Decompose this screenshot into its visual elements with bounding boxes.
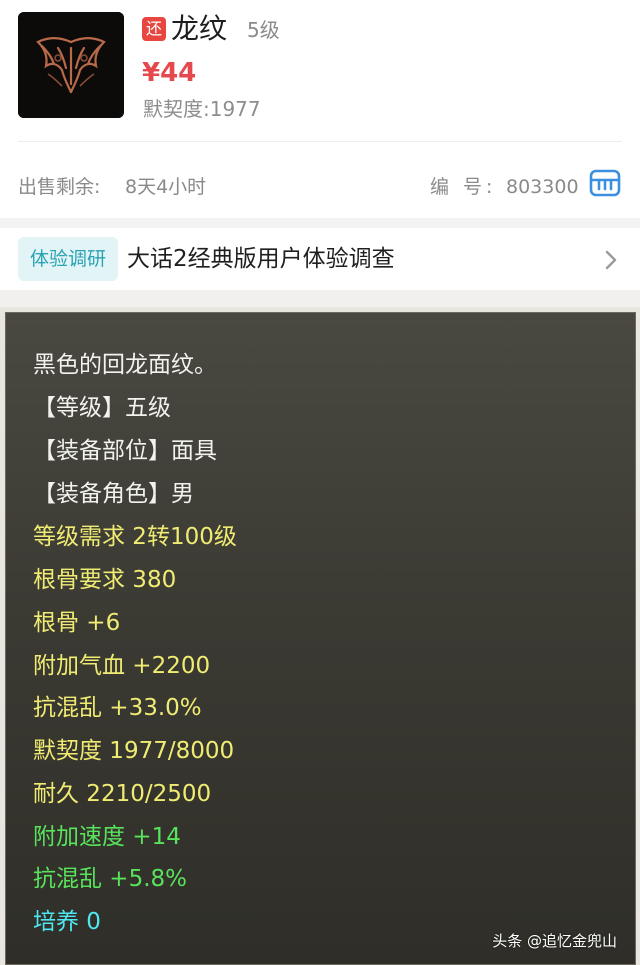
attr-description: 黑色的回龙面纹。 xyxy=(33,352,217,378)
attr-grade: 【等级】五级 xyxy=(33,395,171,421)
serial-value: 803300 xyxy=(506,176,579,198)
sale-remain-value: 8天4小时 xyxy=(125,176,207,198)
item-thumbnail[interactable] xyxy=(18,12,124,118)
tooltip-body: 黑色的回龙面纹。 【等级】五级 【装备部位】面具 【装备角色】男 等级需求 2转… xyxy=(5,312,636,965)
attr-cultivate: 培养 0 xyxy=(33,909,101,935)
attr-tacit: 默契度 1977/8000 xyxy=(33,738,235,764)
sale-remain-label: 出售剩余: xyxy=(18,176,101,198)
attr-hp: 附加气血 +2200 xyxy=(33,653,211,679)
serial-label: 编 号: xyxy=(430,176,497,198)
attr-bone: 根骨 +6 xyxy=(33,610,121,636)
item-tacit: 默契度:1977 xyxy=(143,97,261,121)
attr-anti-confuse: 抗混乱 +33.0% xyxy=(33,695,202,721)
divider xyxy=(18,141,622,142)
attr-level-req: 等级需求 2转100级 xyxy=(33,524,237,550)
watermark: 头条 @追忆金兜山 xyxy=(492,932,617,950)
copy-icon[interactable] xyxy=(588,167,622,199)
attr-durability: 耐久 2210/2500 xyxy=(33,781,212,807)
item-header: 还 龙纹 5级 ¥44 默契度:1977 xyxy=(0,0,640,142)
section-gap xyxy=(0,218,640,228)
attr-speed-bonus: 附加速度 +14 xyxy=(33,824,181,850)
dragon-mask-icon xyxy=(18,12,124,118)
return-badge: 还 xyxy=(142,17,166,41)
chevron-right-icon[interactable] xyxy=(604,249,618,271)
section-gap xyxy=(0,290,640,307)
item-level: 5级 xyxy=(247,18,280,42)
attr-bone-req: 根骨要求 380 xyxy=(33,567,177,593)
survey-title: 大话2经典版用户体验调查 xyxy=(127,246,395,272)
survey-tag: 体验调研 xyxy=(18,237,118,281)
attr-anti-confuse-bonus: 抗混乱 +5.8% xyxy=(33,866,188,892)
survey-banner[interactable]: 体验调研 大话2经典版用户体验调查 xyxy=(0,228,640,290)
item-price: ¥44 xyxy=(142,58,197,88)
attr-role: 【装备角色】男 xyxy=(33,481,194,507)
item-tooltip-panel: 黑色的回龙面纹。 【等级】五级 【装备部位】面具 【装备角色】男 等级需求 2转… xyxy=(0,307,640,965)
attr-slot: 【装备部位】面具 xyxy=(33,438,217,464)
item-name: 龙纹 xyxy=(171,12,228,45)
